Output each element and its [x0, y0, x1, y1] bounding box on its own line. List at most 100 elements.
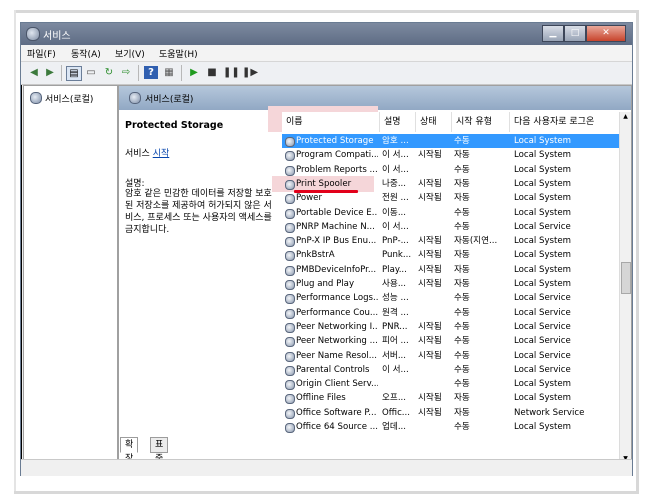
service-gear-icon — [285, 222, 295, 233]
console-tree-icon[interactable]: ▤ — [66, 66, 82, 81]
service-name: PnP-X IP Bus Enu... — [296, 236, 377, 247]
service-status: 시작됨 — [418, 193, 442, 204]
tree-item-services-local[interactable]: 서비스(로컬) — [30, 92, 93, 105]
service-name: Portable Device E... — [296, 207, 378, 218]
pause-icon[interactable]: ❚❚ — [223, 66, 240, 79]
column-header-status[interactable]: 상태 — [416, 112, 452, 132]
service-row[interactable]: Plug and Play 사용... 시작됨 자동 Local System — [282, 277, 620, 291]
service-row[interactable]: PMBDeviceInfoPr... Play... 시작됨 자동 Local Syst… — [282, 263, 620, 277]
service-startup-type: 자동(지연... — [454, 236, 498, 247]
service-row[interactable]: Performance Cou... 원격 ... 수동 Local Service — [282, 306, 620, 320]
service-description: Play... — [382, 264, 407, 275]
maximize-button[interactable]: □ — [564, 25, 586, 42]
tab-standard[interactable]: 표준 — [150, 437, 169, 464]
column-header-logon-as[interactable]: 다음 사용자로 로그온 — [510, 112, 620, 132]
scroll-thumb[interactable] — [621, 262, 631, 294]
service-name: Peer Networking I... — [296, 321, 378, 332]
service-row[interactable]: PNRP Machine N... 이 서... 수동 Local Service — [282, 220, 620, 234]
service-row[interactable]: Protected Storage 암호 ... 수동 Local System — [282, 134, 620, 149]
service-startup-type: 수동 — [454, 307, 470, 318]
service-description: PnP-... — [382, 236, 409, 247]
service-row[interactable]: Peer Networking ... 피어 ... 시작됨 수동 Local Serv… — [282, 334, 620, 348]
properties-icon[interactable]: ▭ — [84, 66, 98, 79]
service-row[interactable]: Offline Files 오프... 시작됨 자동 Local System — [282, 391, 620, 405]
service-row[interactable]: Parental Controls 이 서... 수동 Local Service — [282, 363, 620, 377]
service-description: 서버... — [382, 350, 407, 361]
service-row[interactable]: Office 64 Source ... 업데... 수동 Local System — [282, 420, 620, 434]
column-header-startup-type[interactable]: 시작 유형 — [452, 112, 510, 132]
service-gear-icon — [285, 322, 295, 333]
service-action-prefix: 서비스 — [125, 149, 153, 159]
close-button[interactable]: ✕ — [586, 25, 626, 42]
export-icon[interactable]: ⇨ — [119, 66, 133, 79]
column-header-description[interactable]: 설명 — [380, 112, 416, 132]
service-logon-as: Local System — [514, 236, 572, 247]
service-row[interactable]: Problem Reports ... 이 서... 수동 Local System — [282, 163, 620, 177]
view-icon[interactable]: ▦ — [162, 66, 176, 79]
service-logon-as: Local System — [514, 264, 572, 275]
help-icon[interactable]: ? — [144, 66, 158, 79]
refresh-icon[interactable]: ↻ — [102, 66, 116, 79]
menu-bar: 파일(F) 동작(A) 보기(V) 도움말(H) — [21, 45, 632, 62]
frame-left-line — [14, 10, 16, 494]
service-startup-type: 자동 — [454, 178, 470, 189]
service-row[interactable]: Origin Client Serv... 수동 Local System — [282, 377, 620, 391]
service-row[interactable]: PnP-X IP Bus Enu... PnP-... 시작됨 자동(지연... Loc… — [282, 234, 620, 248]
start-service-link[interactable]: 시작 — [153, 149, 170, 159]
service-row[interactable]: PnkBstrA Punk... 시작됨 자동 Local System — [282, 248, 620, 262]
service-name: Protected Storage — [296, 136, 374, 146]
minimize-button[interactable]: ▁ — [542, 25, 564, 42]
service-name: Offline Files — [296, 393, 346, 404]
service-row[interactable]: Performance Logs... 성능 ... 수동 Local Service — [282, 291, 620, 305]
scroll-up-icon[interactable]: ▲ — [620, 112, 631, 122]
service-description: 이 서... — [382, 150, 409, 161]
service-row[interactable]: Peer Name Resol... 서버... 시작됨 수동 Local Servic… — [282, 349, 620, 363]
menu-file[interactable]: 파일(F) — [27, 47, 56, 60]
menu-action[interactable]: 동작(A) — [71, 47, 101, 60]
service-startup-type: 자동 — [454, 393, 470, 404]
service-row[interactable]: Peer Networking I... PNR... 시작됨 수동 Local Ser… — [282, 320, 620, 334]
column-header-name[interactable]: 이름 — [282, 112, 380, 132]
menu-view[interactable]: 보기(V) — [115, 47, 145, 60]
toolbar-separator — [181, 65, 182, 81]
tab-extended[interactable]: 확장 — [120, 437, 139, 464]
service-row[interactable]: Power 전원 ... 시작됨 자동 Local System — [282, 191, 620, 205]
service-startup-type: 자동 — [454, 264, 470, 275]
service-logon-as: Local Service — [514, 221, 571, 232]
service-row[interactable]: Office Software P... Offic... 시작됨 자동 Network… — [282, 406, 620, 420]
service-status: 시작됨 — [418, 279, 442, 289]
service-description: 성능 ... — [382, 293, 409, 304]
service-description: 이 서... — [382, 364, 409, 375]
service-logon-as: Local System — [514, 150, 572, 161]
service-gear-icon — [285, 194, 295, 205]
stop-icon[interactable]: ■ — [205, 66, 219, 79]
services-gear-icon — [30, 92, 42, 104]
service-startup-type: 수동 — [454, 164, 470, 175]
service-status: 시작됨 — [418, 150, 442, 161]
service-name: Plug and Play — [296, 279, 355, 289]
services-list: 이름 설명 상태 시작 유형 다음 사용자로 로그온 Protected Sto… — [268, 106, 631, 462]
start-icon[interactable]: ▶ — [187, 66, 201, 79]
service-name: Performance Logs... — [296, 293, 378, 304]
restart-icon[interactable]: ❚▶ — [242, 66, 258, 79]
service-status: 시작됨 — [418, 336, 442, 347]
forward-icon[interactable]: ▶ — [43, 66, 57, 79]
title-bar[interactable]: 서비스 ▁ □ ✕ — [21, 23, 632, 45]
service-name: Print Spooler — [296, 178, 352, 189]
frame-bottom-line — [14, 491, 639, 494]
menu-help[interactable]: 도움말(H) — [159, 47, 198, 60]
service-status: 시작됨 — [418, 321, 442, 332]
service-row[interactable]: Program Compati... 이 서... 시작됨 자동 Local Syste… — [282, 148, 620, 162]
service-startup-type: 수동 — [454, 221, 470, 232]
console-tree: 서비스(로컬) — [23, 85, 118, 475]
back-icon[interactable]: ◀ — [27, 66, 41, 79]
toolbar: ◀ ▶ ▤ ▭ ↻ ⇨ ? ▦ ▶ ■ ❚❚ ❚▶ — [21, 62, 632, 85]
service-description: Punk... — [382, 250, 412, 261]
service-startup-type: 수동 — [454, 321, 470, 332]
vertical-scrollbar[interactable]: ▲ ▼ — [619, 112, 631, 464]
status-bar — [21, 459, 632, 476]
service-logon-as: Network Service — [514, 407, 585, 418]
service-startup-type: 자동 — [454, 193, 470, 204]
service-name: Parental Controls — [296, 364, 370, 375]
service-row[interactable]: Portable Device E... 이동... 수동 Local System — [282, 206, 620, 220]
